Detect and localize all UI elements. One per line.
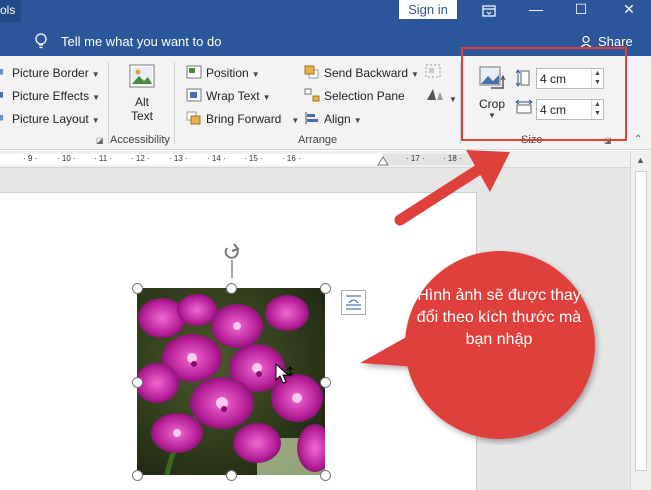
position-label: Position [206, 66, 249, 80]
picture-styles-launcher[interactable]: ◪ [96, 136, 104, 145]
resize-handle-left[interactable] [132, 377, 143, 388]
resize-handle-top-left[interactable] [132, 283, 143, 294]
scroll-thumb[interactable] [635, 171, 647, 471]
group-separator [108, 62, 109, 144]
scroll-up-icon[interactable]: ▲ [636, 155, 645, 165]
bring-forward-icon [186, 111, 201, 125]
position-icon [186, 65, 202, 79]
ruler-number: · 11 · [94, 154, 113, 163]
group-separator [174, 62, 175, 144]
bring-forward-label: Bring Forward [206, 112, 282, 126]
callout-text: Hình ảnh sẽ được thay đổi theo kích thướ… [416, 287, 582, 348]
chevron-down-icon: ▼ [291, 116, 300, 125]
picture-layout-icon [0, 115, 3, 121]
send-backward-label: Send Backward [324, 66, 409, 80]
group-objects-icon [425, 64, 441, 78]
size-highlight-box [461, 47, 627, 141]
chevron-down-icon: ▼ [411, 70, 419, 79]
vertical-scrollbar[interactable]: ▲ [630, 151, 651, 490]
horizontal-ruler[interactable]: · 9 · · 10 · · 11 · · 12 · · 13 · · 14 ·… [0, 151, 630, 168]
picture-tools-label: ols [0, 3, 16, 17]
tell-me-search[interactable]: Tell me what you want to do [61, 34, 221, 49]
chevron-down-icon: ▼ [92, 93, 101, 102]
send-backward-icon [304, 65, 319, 79]
rotate-button[interactable]: ▼ [424, 86, 457, 105]
maximize-button[interactable]: ☐ [566, 0, 596, 22]
resize-handle-top-right[interactable] [320, 283, 331, 294]
selection-pane-icon [304, 88, 320, 102]
wrap-text-button[interactable]: Wrap Text ▼ [186, 88, 271, 103]
ruler-number: · 13 · [169, 154, 188, 163]
picture-border-label: Picture Border [12, 66, 89, 80]
ruler-number: · 15 · [244, 154, 263, 163]
chevron-down-icon: ▼ [91, 116, 100, 125]
selection-pane-button[interactable]: Selection Pane [304, 88, 405, 103]
ruler-number: · 14 · [207, 154, 226, 163]
rotate-handle-icon[interactable] [220, 242, 244, 278]
chevron-down-icon: ▼ [251, 70, 260, 79]
bring-forward-button[interactable]: Bring Forward ▼ [186, 111, 299, 126]
title-bar: ols Sign in — ☐ ✕ [0, 0, 651, 22]
align-icon [305, 112, 318, 124]
selection-pane-label: Selection Pane [324, 89, 405, 103]
resize-handle-right[interactable] [320, 377, 331, 388]
align-button[interactable]: Align ▼ [304, 111, 362, 126]
wrap-text-label: Wrap Text [206, 89, 260, 103]
alt-text-icon [129, 64, 155, 88]
ribbon-display-options-button[interactable] [474, 0, 504, 22]
alt-text-label-line2: Text [130, 109, 153, 123]
position-button[interactable]: Position ▼ [186, 65, 260, 80]
chevron-down-icon: ▼ [449, 95, 457, 104]
picture-effects-label: Picture Effects [12, 89, 90, 103]
picture-layout-label: Picture Layout [12, 112, 89, 126]
resize-handle-bottom[interactable] [226, 470, 237, 481]
wrap-text-icon [186, 88, 202, 102]
group-objects-button[interactable] [424, 63, 444, 82]
move-cursor-icon [275, 362, 294, 384]
ribbon-display-icon [482, 5, 496, 17]
ruler-number: · 10 · [57, 154, 76, 163]
ruler-number: · 12 · [131, 154, 150, 163]
align-label: Align [324, 112, 351, 126]
sign-in-button[interactable]: Sign in [399, 0, 457, 19]
close-button[interactable]: ✕ [614, 0, 644, 22]
collapse-ribbon-icon[interactable]: ⌃ [634, 134, 642, 145]
resize-handle-top[interactable] [226, 283, 237, 294]
resize-handle-bottom-right[interactable] [320, 470, 331, 481]
minimize-button[interactable]: — [521, 0, 551, 22]
orchid-picture [137, 288, 325, 475]
red-arrow-annotation [394, 150, 510, 226]
picture-effects-button[interactable]: Picture Effects ▼ [0, 88, 100, 103]
accessibility-group-label: Accessibility [110, 134, 170, 146]
resize-handle-bottom-left[interactable] [132, 470, 143, 481]
chevron-down-icon: ▼ [262, 93, 271, 102]
ruler-number: · 16 · [282, 154, 301, 163]
picture-border-icon [0, 69, 3, 75]
picture-effects-icon [0, 92, 3, 98]
lightbulb-icon [35, 33, 47, 49]
picture-layout-button[interactable]: Picture Layout ▼ [0, 111, 100, 126]
orchid-image[interactable] [137, 288, 325, 475]
chevron-down-icon: ▼ [91, 70, 100, 79]
alt-text-button[interactable]: Alt Text [122, 62, 162, 123]
alt-text-label-line1: Alt [134, 95, 149, 109]
send-backward-button[interactable]: Send Backward ▼ [304, 65, 419, 80]
arrange-group-label: Arrange [298, 134, 338, 146]
ruler-number: · 9 · [23, 154, 38, 163]
rotate-icon [427, 89, 443, 100]
picture-border-button[interactable]: Picture Border ▼ [0, 65, 100, 80]
picture-tools-tab[interactable]: ols [0, 0, 22, 22]
chevron-down-icon: ▼ [353, 116, 362, 125]
